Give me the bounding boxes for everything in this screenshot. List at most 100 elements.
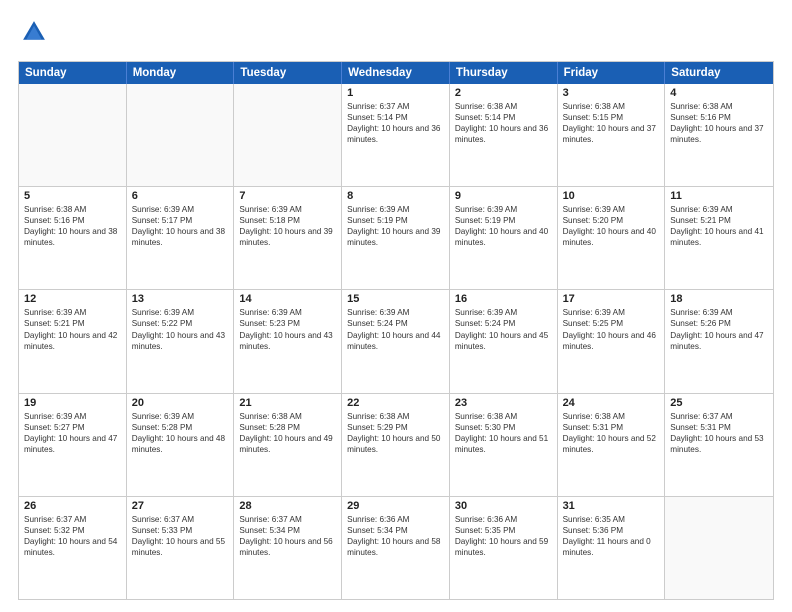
calendar-cell: 14 Sunrise: 6:39 AM Sunset: 5:23 PM Dayli… bbox=[234, 290, 342, 392]
calendar-cell: 1Sunrise: 6:37 AM Sunset: 5:14 PM Daylig… bbox=[342, 84, 450, 186]
day-header: Saturday bbox=[665, 62, 773, 84]
calendar-cell bbox=[127, 84, 235, 186]
calendar-cell: 29 Sunrise: 6:36 AM Sunset: 5:34 PM Dayli… bbox=[342, 497, 450, 599]
week-row: 12 Sunrise: 6:39 AM Sunset: 5:21 PM Dayli… bbox=[19, 289, 773, 392]
cell-info: Sunrise: 6:39 AM Sunset: 5:27 PM Dayligh… bbox=[24, 411, 121, 455]
calendar-cell: 8 Sunrise: 6:39 AM Sunset: 5:19 PM Daylig… bbox=[342, 187, 450, 289]
calendar-cell: 22 Sunrise: 6:38 AM Sunset: 5:29 PM Dayli… bbox=[342, 394, 450, 496]
cell-day-number: 17 bbox=[563, 293, 660, 305]
cell-info: Sunrise: 6:38 AM Sunset: 5:14 PM Dayligh… bbox=[455, 101, 552, 145]
cell-info: Sunrise: 6:39 AM Sunset: 5:17 PM Dayligh… bbox=[132, 204, 229, 248]
cell-day-number: 14 bbox=[239, 293, 336, 305]
cell-day-number: 4 bbox=[670, 87, 768, 99]
cell-info: Sunrise: 6:38 AM Sunset: 5:28 PM Dayligh… bbox=[239, 411, 336, 455]
calendar-cell: 27 Sunrise: 6:37 AM Sunset: 5:33 PM Dayli… bbox=[127, 497, 235, 599]
cell-info: Sunrise: 6:39 AM Sunset: 5:19 PM Dayligh… bbox=[347, 204, 444, 248]
cell-day-number: 8 bbox=[347, 190, 444, 202]
calendar-cell bbox=[234, 84, 342, 186]
cell-info: Sunrise: 6:39 AM Sunset: 5:26 PM Dayligh… bbox=[670, 307, 768, 351]
calendar-cell: 31 Sunrise: 6:35 AM Sunset: 5:36 PM Dayli… bbox=[558, 497, 666, 599]
cell-info: Sunrise: 6:37 AM Sunset: 5:31 PM Dayligh… bbox=[670, 411, 768, 455]
cell-day-number: 21 bbox=[239, 397, 336, 409]
cell-day-number: 2 bbox=[455, 87, 552, 99]
weeks: 1Sunrise: 6:37 AM Sunset: 5:14 PM Daylig… bbox=[19, 84, 773, 599]
calendar-cell: 30 Sunrise: 6:36 AM Sunset: 5:35 PM Dayli… bbox=[450, 497, 558, 599]
day-header: Tuesday bbox=[234, 62, 342, 84]
calendar-cell: 17 Sunrise: 6:39 AM Sunset: 5:25 PM Dayli… bbox=[558, 290, 666, 392]
day-header: Sunday bbox=[19, 62, 127, 84]
calendar-cell: 9Sunrise: 6:39 AM Sunset: 5:19 PM Daylig… bbox=[450, 187, 558, 289]
cell-info: Sunrise: 6:38 AM Sunset: 5:30 PM Dayligh… bbox=[455, 411, 552, 455]
calendar-cell: 21 Sunrise: 6:38 AM Sunset: 5:28 PM Dayli… bbox=[234, 394, 342, 496]
calendar-cell: 3Sunrise: 6:38 AM Sunset: 5:15 PM Daylig… bbox=[558, 84, 666, 186]
cell-day-number: 18 bbox=[670, 293, 768, 305]
logo-icon bbox=[20, 18, 48, 46]
cell-day-number: 30 bbox=[455, 500, 552, 512]
cell-info: Sunrise: 6:35 AM Sunset: 5:36 PM Dayligh… bbox=[563, 514, 660, 558]
day-header: Monday bbox=[127, 62, 235, 84]
cell-day-number: 31 bbox=[563, 500, 660, 512]
calendar-cell: 24 Sunrise: 6:38 AM Sunset: 5:31 PM Dayli… bbox=[558, 394, 666, 496]
calendar-cell: 12 Sunrise: 6:39 AM Sunset: 5:21 PM Dayli… bbox=[19, 290, 127, 392]
calendar-cell: 13 Sunrise: 6:39 AM Sunset: 5:22 PM Dayli… bbox=[127, 290, 235, 392]
cell-day-number: 20 bbox=[132, 397, 229, 409]
cell-info: Sunrise: 6:39 AM Sunset: 5:18 PM Dayligh… bbox=[239, 204, 336, 248]
calendar-cell: 16 Sunrise: 6:39 AM Sunset: 5:24 PM Dayli… bbox=[450, 290, 558, 392]
cell-day-number: 29 bbox=[347, 500, 444, 512]
cell-info: Sunrise: 6:39 AM Sunset: 5:21 PM Dayligh… bbox=[670, 204, 768, 248]
cell-day-number: 5 bbox=[24, 190, 121, 202]
day-headers: SundayMondayTuesdayWednesdayThursdayFrid… bbox=[19, 62, 773, 84]
calendar-cell: 19Sunrise: 6:39 AM Sunset: 5:27 PM Dayli… bbox=[19, 394, 127, 496]
day-header: Friday bbox=[558, 62, 666, 84]
cell-day-number: 10 bbox=[563, 190, 660, 202]
calendar: SundayMondayTuesdayWednesdayThursdayFrid… bbox=[18, 61, 774, 600]
calendar-cell: 15 Sunrise: 6:39 AM Sunset: 5:24 PM Dayli… bbox=[342, 290, 450, 392]
page: SundayMondayTuesdayWednesdayThursdayFrid… bbox=[0, 0, 792, 612]
cell-info: Sunrise: 6:36 AM Sunset: 5:35 PM Dayligh… bbox=[455, 514, 552, 558]
calendar-cell bbox=[19, 84, 127, 186]
cell-info: Sunrise: 6:39 AM Sunset: 5:21 PM Dayligh… bbox=[24, 307, 121, 351]
calendar-cell: 2 Sunrise: 6:38 AM Sunset: 5:14 PM Daylig… bbox=[450, 84, 558, 186]
cell-day-number: 16 bbox=[455, 293, 552, 305]
cell-info: Sunrise: 6:39 AM Sunset: 5:28 PM Dayligh… bbox=[132, 411, 229, 455]
day-header: Thursday bbox=[450, 62, 558, 84]
cell-info: Sunrise: 6:39 AM Sunset: 5:24 PM Dayligh… bbox=[455, 307, 552, 351]
cell-day-number: 12 bbox=[24, 293, 121, 305]
calendar-cell: 5 Sunrise: 6:38 AM Sunset: 5:16 PM Daylig… bbox=[19, 187, 127, 289]
calendar-cell: 28Sunrise: 6:37 AM Sunset: 5:34 PM Dayli… bbox=[234, 497, 342, 599]
cell-info: Sunrise: 6:38 AM Sunset: 5:16 PM Dayligh… bbox=[670, 101, 768, 145]
cell-info: Sunrise: 6:38 AM Sunset: 5:15 PM Dayligh… bbox=[563, 101, 660, 145]
cell-day-number: 6 bbox=[132, 190, 229, 202]
cell-info: Sunrise: 6:39 AM Sunset: 5:24 PM Dayligh… bbox=[347, 307, 444, 351]
calendar-cell: 7 Sunrise: 6:39 AM Sunset: 5:18 PM Daylig… bbox=[234, 187, 342, 289]
cell-info: Sunrise: 6:39 AM Sunset: 5:19 PM Dayligh… bbox=[455, 204, 552, 248]
cell-day-number: 24 bbox=[563, 397, 660, 409]
cell-day-number: 22 bbox=[347, 397, 444, 409]
cell-info: Sunrise: 6:36 AM Sunset: 5:34 PM Dayligh… bbox=[347, 514, 444, 558]
cell-day-number: 7 bbox=[239, 190, 336, 202]
cell-day-number: 23 bbox=[455, 397, 552, 409]
calendar-cell bbox=[665, 497, 773, 599]
cell-info: Sunrise: 6:38 AM Sunset: 5:31 PM Dayligh… bbox=[563, 411, 660, 455]
cell-info: Sunrise: 6:39 AM Sunset: 5:20 PM Dayligh… bbox=[563, 204, 660, 248]
cell-info: Sunrise: 6:37 AM Sunset: 5:32 PM Dayligh… bbox=[24, 514, 121, 558]
week-row: 1Sunrise: 6:37 AM Sunset: 5:14 PM Daylig… bbox=[19, 84, 773, 186]
cell-info: Sunrise: 6:37 AM Sunset: 5:14 PM Dayligh… bbox=[347, 101, 444, 145]
cell-info: Sunrise: 6:38 AM Sunset: 5:29 PM Dayligh… bbox=[347, 411, 444, 455]
calendar-cell: 25 Sunrise: 6:37 AM Sunset: 5:31 PM Dayli… bbox=[665, 394, 773, 496]
cell-info: Sunrise: 6:39 AM Sunset: 5:23 PM Dayligh… bbox=[239, 307, 336, 351]
calendar-cell: 26Sunrise: 6:37 AM Sunset: 5:32 PM Dayli… bbox=[19, 497, 127, 599]
cell-info: Sunrise: 6:39 AM Sunset: 5:25 PM Dayligh… bbox=[563, 307, 660, 351]
cell-day-number: 25 bbox=[670, 397, 768, 409]
calendar-cell: 20 Sunrise: 6:39 AM Sunset: 5:28 PM Dayli… bbox=[127, 394, 235, 496]
cell-info: Sunrise: 6:38 AM Sunset: 5:16 PM Dayligh… bbox=[24, 204, 121, 248]
cell-info: Sunrise: 6:39 AM Sunset: 5:22 PM Dayligh… bbox=[132, 307, 229, 351]
calendar-cell: 6 Sunrise: 6:39 AM Sunset: 5:17 PM Daylig… bbox=[127, 187, 235, 289]
cell-day-number: 27 bbox=[132, 500, 229, 512]
cell-day-number: 13 bbox=[132, 293, 229, 305]
cell-info: Sunrise: 6:37 AM Sunset: 5:33 PM Dayligh… bbox=[132, 514, 229, 558]
week-row: 26Sunrise: 6:37 AM Sunset: 5:32 PM Dayli… bbox=[19, 496, 773, 599]
week-row: 19Sunrise: 6:39 AM Sunset: 5:27 PM Dayli… bbox=[19, 393, 773, 496]
calendar-cell: 4 Sunrise: 6:38 AM Sunset: 5:16 PM Daylig… bbox=[665, 84, 773, 186]
cell-day-number: 15 bbox=[347, 293, 444, 305]
